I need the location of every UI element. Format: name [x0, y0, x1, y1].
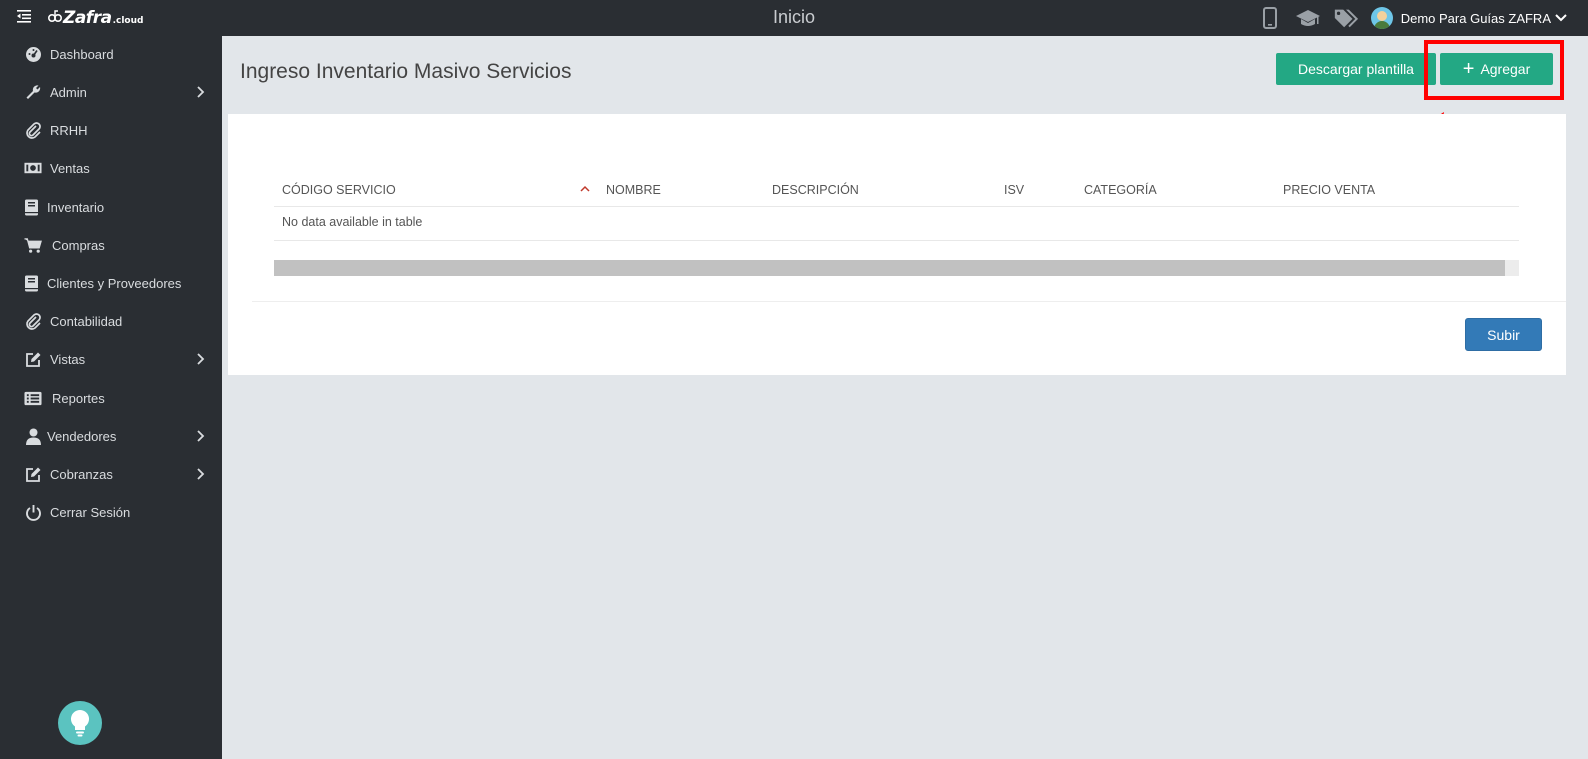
sidebar-item-vendedores[interactable]: Vendedores [0, 418, 222, 454]
dashboard-icon [24, 45, 42, 63]
sidebar-item-rrhh[interactable]: RRHH [0, 112, 222, 148]
sidebar-item-label: Cobranzas [50, 466, 113, 482]
chevron-down-icon [1555, 14, 1567, 22]
column-header-descripcion[interactable]: DESCRIPCIÓN [772, 183, 859, 197]
zafra-logo[interactable]: Zafra .cloud [48, 8, 143, 28]
card-footer-divider [252, 301, 1566, 302]
logo-text: Zafra [63, 8, 112, 28]
sidebar-item-label: Vendedores [47, 428, 117, 444]
tags-icon[interactable] [1333, 5, 1359, 31]
top-right-toolbar: Demo Para Guías ZAFRA [1257, 0, 1588, 36]
user-name: Demo Para Guías ZAFRA [1400, 10, 1551, 26]
power-icon [24, 503, 42, 521]
money-icon [24, 159, 42, 177]
sidebar-toggle-icon[interactable] [17, 9, 33, 25]
lightbulb-icon [70, 709, 90, 737]
list-icon [24, 389, 42, 407]
sidebar-item-cobranzas[interactable]: Cobranzas [0, 456, 222, 492]
table-header-divider [274, 206, 1519, 207]
sidebar-item-inventario[interactable]: Inventario [0, 189, 222, 225]
mobile-icon[interactable] [1257, 5, 1283, 31]
logo-mark-icon [48, 10, 62, 22]
sidebar-item-contabilidad[interactable]: Contabilidad [0, 303, 222, 339]
sidebar-item-label: Vistas [50, 351, 86, 367]
logo-suffix: .cloud [112, 16, 144, 26]
empty-table-message: No data available in table [282, 215, 423, 229]
sidebar-item-compras[interactable]: Compras [0, 227, 222, 263]
upload-button[interactable]: Subir [1465, 318, 1542, 351]
chevron-right-icon [197, 86, 205, 98]
book-icon [22, 198, 40, 216]
sidebar-item-label: Dashboard [50, 46, 114, 62]
user-menu[interactable]: Demo Para Guías ZAFRA [1370, 7, 1567, 29]
download-template-button[interactable]: Descargar plantilla [1276, 53, 1436, 85]
sidebar-item-ventas[interactable]: Ventas [0, 150, 222, 186]
edit-icon [24, 350, 42, 368]
edit-icon [24, 465, 42, 483]
sidebar-item-label: Cerrar Sesión [50, 504, 131, 520]
paperclip-icon [24, 121, 42, 139]
sidebar-item-label: Admin [50, 84, 87, 100]
column-header-isv[interactable]: ISV [1004, 183, 1024, 197]
cart-icon [24, 236, 42, 254]
sidebar-item-cerrar-sesion[interactable]: Cerrar Sesión [0, 494, 222, 530]
page-title: Ingreso Inventario Masivo Servicios [240, 60, 572, 83]
horizontal-scrollbar-thumb[interactable] [274, 260, 1505, 276]
user-icon [24, 427, 42, 445]
sidebar-item-label: Compras [52, 237, 105, 253]
avatar [1370, 7, 1393, 29]
chevron-right-icon [197, 430, 205, 442]
top-bar: Zafra .cloud Inicio Demo Para Guías ZAFR… [0, 0, 1588, 36]
sidebar-item-clientes-proveedores[interactable]: Clientes y Proveedores [0, 265, 222, 301]
chevron-right-icon [197, 353, 205, 365]
column-header-categoria[interactable]: CATEGORÍA [1084, 183, 1157, 197]
help-lightbulb-button[interactable] [58, 701, 102, 745]
sidebar: Dashboard Admin RRHH Ventas Inventario C… [0, 36, 222, 759]
inventory-table-card: CÓDIGO SERVICIO NOMBRE DESCRIPCIÓN ISV C… [228, 114, 1566, 375]
sidebar-item-label: Ventas [50, 160, 90, 176]
column-header-precio-venta[interactable]: PRECIO VENTA [1283, 183, 1375, 197]
sidebar-item-label: Inventario [47, 199, 105, 215]
sidebar-item-label: Contabilidad [50, 313, 123, 329]
paperclip-icon [24, 312, 42, 330]
table-row-divider [274, 240, 1519, 241]
sidebar-item-reportes[interactable]: Reportes [0, 380, 222, 416]
chevron-right-icon [197, 468, 205, 480]
sidebar-item-label: Clientes y Proveedores [47, 275, 182, 291]
sidebar-item-label: RRHH [50, 122, 88, 138]
address-book-icon [22, 274, 40, 292]
annotation-highlight-box [1424, 40, 1564, 100]
sidebar-item-label: Reportes [52, 390, 105, 406]
sidebar-item-dashboard[interactable]: Dashboard [0, 36, 222, 72]
column-header-codigo-servicio[interactable]: CÓDIGO SERVICIO [282, 183, 396, 197]
sidebar-item-vistas[interactable]: Vistas [0, 341, 222, 377]
wrench-icon [24, 83, 42, 101]
graduation-cap-icon[interactable] [1295, 5, 1321, 31]
column-header-nombre[interactable]: NOMBRE [606, 183, 661, 197]
sort-ascending-icon[interactable] [579, 183, 591, 195]
sidebar-item-admin[interactable]: Admin [0, 74, 222, 110]
